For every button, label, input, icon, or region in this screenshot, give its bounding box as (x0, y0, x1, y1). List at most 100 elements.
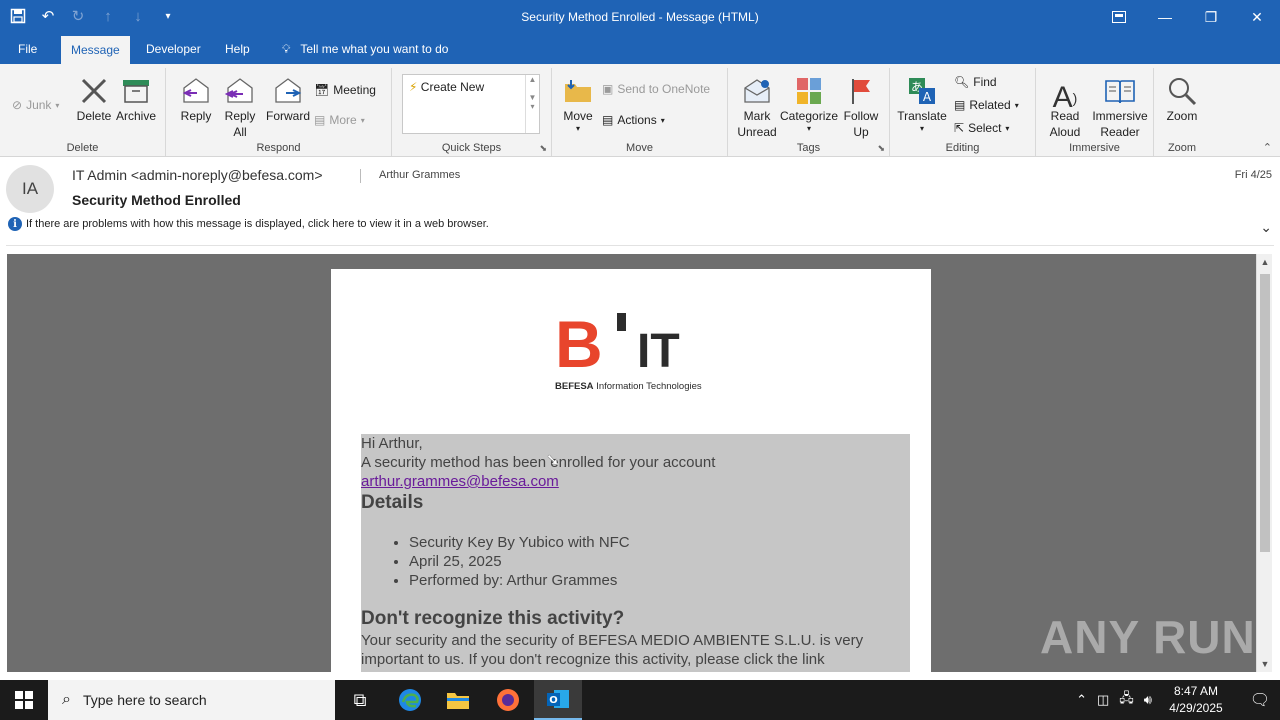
sender[interactable]: IT Admin <admin-noreply@befesa.com> (72, 167, 323, 183)
window-controls: — ❐ ✕ (1096, 0, 1280, 34)
immersive-group-label: Immersive (1069, 142, 1120, 154)
flag-icon (840, 70, 882, 106)
mark-unread-button[interactable]: Mark Unread (734, 70, 780, 140)
message-header: IA IT Admin <admin-noreply@befesa.com> A… (0, 157, 1280, 247)
categorize-button[interactable]: Categorize ▾ (780, 70, 838, 134)
avatar[interactable]: IA (6, 165, 54, 213)
anyrun-watermark: ANY RUN (1040, 611, 1256, 663)
tab-message[interactable]: Message (61, 34, 130, 64)
taskbar-search[interactable]: ⌕ Type here to search (48, 680, 335, 720)
move-folder-icon (558, 70, 598, 106)
start-button[interactable] (0, 680, 48, 720)
svg-text:A: A (923, 90, 932, 104)
editing-group: あA Translate ▾ 🔍︎ Find ▤ Related ▾ ⇱ Sel… (890, 68, 1036, 156)
read-aloud-icon: A) (1052, 81, 1078, 114)
tab-help[interactable]: Help (215, 34, 260, 64)
follow-up-button[interactable]: Follow Up (840, 70, 882, 140)
chevron-down-icon: ▾ (1005, 123, 1010, 133)
taskbar-clock[interactable]: 8:47 AM 4/29/2025 (1160, 683, 1232, 717)
delete-button[interactable]: Delete (74, 70, 114, 124)
more-icon: ▤ (314, 113, 326, 127)
chevron-down-icon: ▾ (1014, 100, 1019, 110)
chevron-down-icon: ▾ (55, 100, 60, 110)
translate-button[interactable]: あA Translate ▾ (896, 70, 948, 134)
file-explorer-icon[interactable] (434, 680, 482, 720)
more-respond-button[interactable]: ▤ More ▾ (314, 113, 365, 127)
lightbulb-icon: 💡︎ (282, 42, 291, 56)
vertical-scrollbar[interactable]: ▲ ▼ (1256, 254, 1272, 672)
expand-header-icon[interactable]: ⌄ (1260, 219, 1272, 236)
quick-steps-scroll[interactable]: ▲ ▼ ▾ (525, 75, 539, 133)
meet-now-icon[interactable]: ◫ (1097, 692, 1109, 708)
select-button[interactable]: ⇱ Select ▾ (954, 121, 1009, 135)
minimize-icon[interactable]: — (1142, 0, 1188, 34)
scroll-thumb[interactable] (1260, 274, 1270, 552)
volume-icon[interactable]: 🔊︎ (1144, 692, 1152, 708)
outlook-icon[interactable]: O (534, 680, 582, 720)
mark-unread-icon (734, 70, 780, 106)
read-aloud-button[interactable]: A) Read Aloud (1042, 70, 1088, 140)
tab-file[interactable]: File (8, 34, 47, 64)
move-button[interactable]: Move ▾ (558, 70, 598, 134)
junk-icon: ⊘ (12, 98, 23, 112)
quick-step-create-new[interactable]: ⚡︎ Create New (409, 80, 484, 94)
notifications-icon[interactable]: 🗨︎ (1240, 680, 1280, 720)
tab-developer[interactable]: Developer (136, 34, 211, 64)
zoom-button[interactable]: Zoom (1160, 70, 1204, 124)
email-card: B IT BEFESA Information Technologies Hi … (331, 269, 931, 672)
info-bar[interactable]: i If there are problems with how this me… (8, 217, 489, 231)
task-view-icon[interactable]: ⧉ (336, 680, 384, 720)
network-icon[interactable]: 🖧︎ (1119, 689, 1134, 711)
categorize-icon (780, 70, 838, 106)
actions-button[interactable]: ▤ Actions ▾ (602, 113, 665, 127)
windows-icon (15, 691, 33, 709)
warning-paragraph: Your security and the security of BEFESA… (361, 632, 864, 668)
clock-time: 8:47 AM (1173, 684, 1219, 698)
scroll-down-icon[interactable]: ▼ (1257, 656, 1273, 672)
close-icon[interactable]: ✕ (1234, 0, 1280, 34)
translate-icon: あA (896, 70, 948, 106)
select-cursor-icon: ⇱ (954, 121, 965, 135)
restore-icon[interactable]: ❐ (1188, 0, 1234, 34)
send-to-onenote-button[interactable]: ▣ Send to OneNote (602, 82, 710, 96)
details-list: Security Key By Yubico with NFC April 25… (409, 533, 630, 590)
junk-button[interactable]: ⊘ Junk ▾ (12, 98, 59, 112)
collapse-ribbon-icon[interactable]: ⌃ (1263, 141, 1272, 154)
dialog-launcher-icon[interactable]: ⬊ (877, 143, 885, 154)
dialog-launcher-icon[interactable]: ⬊ (539, 143, 547, 154)
quick-steps-gallery[interactable]: ⚡︎ Create New ▲ ▼ ▾ (402, 74, 540, 134)
firefox-icon[interactable] (484, 680, 532, 720)
edge-icon[interactable] (386, 680, 434, 720)
archive-button[interactable]: Archive (114, 70, 158, 124)
scroll-up-icon[interactable]: ▲ (1257, 254, 1273, 270)
header-divider (360, 169, 361, 183)
related-button[interactable]: ▤ Related ▾ (954, 98, 1019, 112)
ribbon-display-options-icon[interactable] (1096, 0, 1142, 34)
account-link[interactable]: arthur.grammes@befesa.com (361, 473, 559, 490)
recipient[interactable]: Arthur Grammes (379, 169, 460, 181)
chevron-down-icon: ▾ (806, 124, 811, 133)
related-icon: ▤ (954, 98, 966, 112)
reply-button[interactable]: Reply (176, 70, 216, 124)
reply-all-button[interactable]: Reply All (218, 70, 262, 140)
question-heading: Don't recognize this activity? (361, 608, 625, 629)
tell-me-label: Tell me what you want to do (300, 42, 449, 56)
tell-me-search[interactable]: 💡︎ Tell me what you want to do (272, 34, 458, 64)
find-button[interactable]: 🔍︎ Find (954, 75, 997, 89)
details-heading: Details (361, 492, 424, 513)
logo-b: B (555, 307, 603, 381)
window-title: Security Method Enrolled - Message (HTML… (521, 10, 759, 24)
show-hidden-icons-icon[interactable]: ⌃ (1076, 692, 1087, 708)
immersive-reader-button[interactable]: Immersive Reader (1090, 70, 1150, 140)
title-bar: ↶ ↻ ↑ ↓ ▾ Security Method Enrolled - Mes… (0, 0, 1280, 34)
ribbon: ⊘ Junk ▾ Delete Archive Delete Reply Rep… (0, 64, 1280, 157)
message-date: Fri 4/25 (1234, 169, 1272, 181)
forward-button[interactable]: Forward (264, 70, 312, 124)
chevron-down-icon: ▾ (360, 115, 365, 125)
find-icon: 🔍︎ (954, 75, 970, 89)
meeting-button[interactable]: 📅︎ Meeting (314, 83, 376, 97)
chevron-down-icon: ▾ (660, 115, 665, 125)
ribbon-tabs: File Message Developer Help 💡︎ Tell me w… (0, 34, 1280, 64)
taskbar-search-placeholder: Type here to search (82, 692, 207, 708)
respond-group-label: Respond (256, 142, 301, 154)
